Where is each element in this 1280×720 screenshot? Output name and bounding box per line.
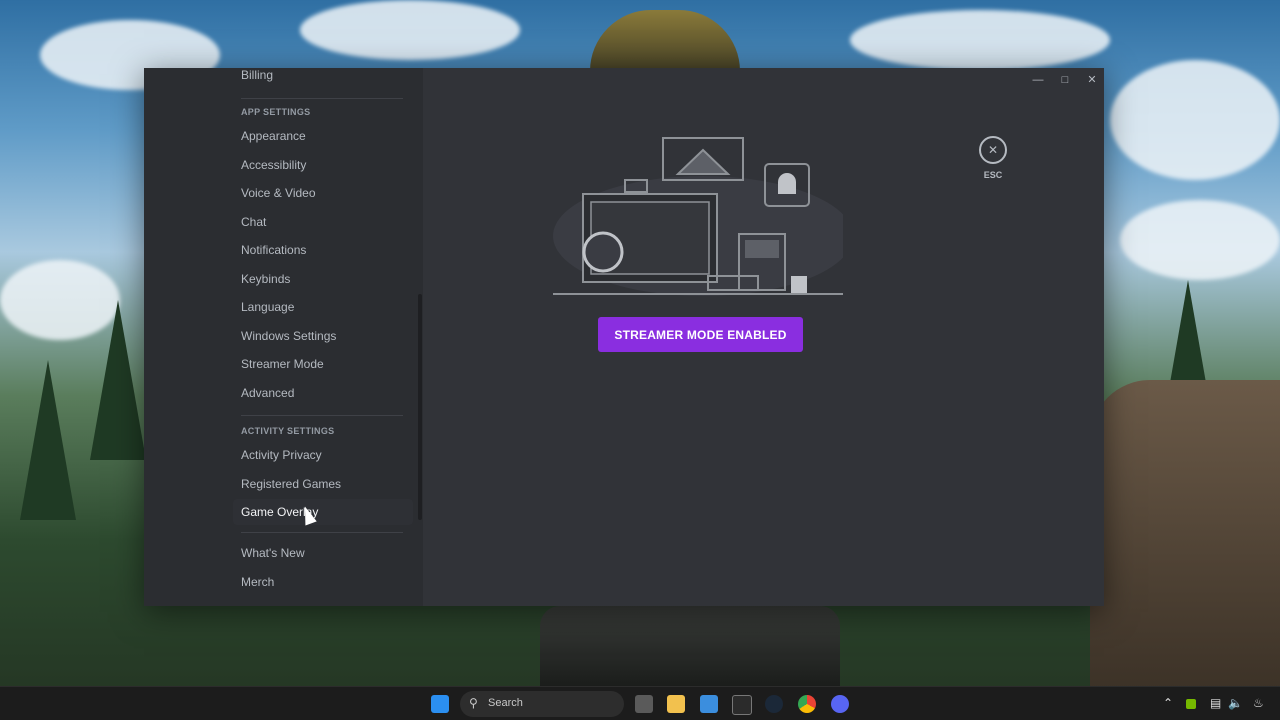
taskbar-search[interactable]: ⚲ Search <box>460 691 624 717</box>
close-icon[interactable]: ✕ <box>979 136 1007 164</box>
settings-sidebar: Billing APP SETTINGS Appearance Accessib… <box>144 68 423 606</box>
sidebar-item-voice-video[interactable]: Voice & Video <box>241 180 411 206</box>
cloud <box>1110 60 1280 180</box>
sidebar-item-whats-new[interactable]: What's New <box>241 540 411 566</box>
esc-close-control[interactable]: ✕ ESC <box>978 136 1008 180</box>
chrome-icon[interactable] <box>798 695 816 713</box>
section-header-app-settings: APP SETTINGS <box>241 107 311 117</box>
steam-icon[interactable] <box>765 695 783 713</box>
settings-content: STREAMER MODE ENABLED ✕ ESC <box>423 68 1104 606</box>
file-explorer-icon[interactable] <box>667 695 685 713</box>
sidebar-item-windows-settings[interactable]: Windows Settings <box>241 323 411 349</box>
windows-start-icon[interactable] <box>431 695 449 713</box>
sidebar-item-appearance[interactable]: Appearance <box>241 123 411 149</box>
streamer-mode-illustration <box>553 137 843 296</box>
notification-bell-icon[interactable]: ♨ <box>1253 696 1264 710</box>
sidebar-item-merch[interactable]: Merch <box>241 569 411 595</box>
discord-icon[interactable] <box>831 695 849 713</box>
cliff <box>1090 380 1280 690</box>
tree <box>90 300 146 460</box>
cloud <box>300 0 520 60</box>
epic-games-icon[interactable] <box>732 695 752 715</box>
sidebar-item-advanced[interactable]: Advanced <box>241 380 411 406</box>
sidebar-item-keybinds[interactable]: Keybinds <box>241 266 411 292</box>
sidebar-item-registered-games[interactable]: Registered Games <box>241 471 411 497</box>
section-header-activity-settings: ACTIVITY SETTINGS <box>241 426 335 436</box>
sidebar-item-notifications[interactable]: Notifications <box>241 237 411 263</box>
sidebar-item-accessibility[interactable]: Accessibility <box>241 152 411 178</box>
nav-divider <box>241 532 403 533</box>
chevron-up-icon[interactable]: ⌃ <box>1163 696 1173 710</box>
taskbar: ⚲ Search ⌃ ▤ 🔈 ♨ <box>0 686 1280 720</box>
microsoft-store-icon[interactable] <box>700 695 718 713</box>
tree <box>20 360 76 520</box>
nvidia-icon[interactable] <box>1186 699 1196 709</box>
cloud <box>1120 200 1280 280</box>
sidebar-item-activity-privacy[interactable]: Activity Privacy <box>241 442 411 468</box>
sidebar-item-language[interactable]: Language <box>241 294 411 320</box>
sidebar-scrollbar[interactable] <box>418 294 422 520</box>
network-icon[interactable]: ▤ <box>1210 696 1221 710</box>
armor-art <box>540 606 840 686</box>
task-view-icon[interactable] <box>635 695 653 713</box>
cloud <box>850 10 1110 70</box>
nav-divider <box>241 415 403 416</box>
settings-window: Billing APP SETTINGS Appearance Accessib… <box>144 68 1104 606</box>
sidebar-item-game-overlay[interactable]: Game Overlay <box>233 499 413 525</box>
streamer-mode-enabled-button[interactable]: STREAMER MODE ENABLED <box>598 317 803 352</box>
nav-divider <box>241 98 403 99</box>
volume-icon[interactable]: 🔈 <box>1228 696 1243 710</box>
sidebar-item-billing[interactable]: Billing <box>241 68 411 88</box>
search-placeholder: Search <box>488 697 523 709</box>
search-icon: ⚲ <box>469 696 478 710</box>
sidebar-item-chat[interactable]: Chat <box>241 209 411 235</box>
sidebar-item-streamer-mode[interactable]: Streamer Mode <box>241 351 411 377</box>
esc-label: ESC <box>983 170 1003 180</box>
